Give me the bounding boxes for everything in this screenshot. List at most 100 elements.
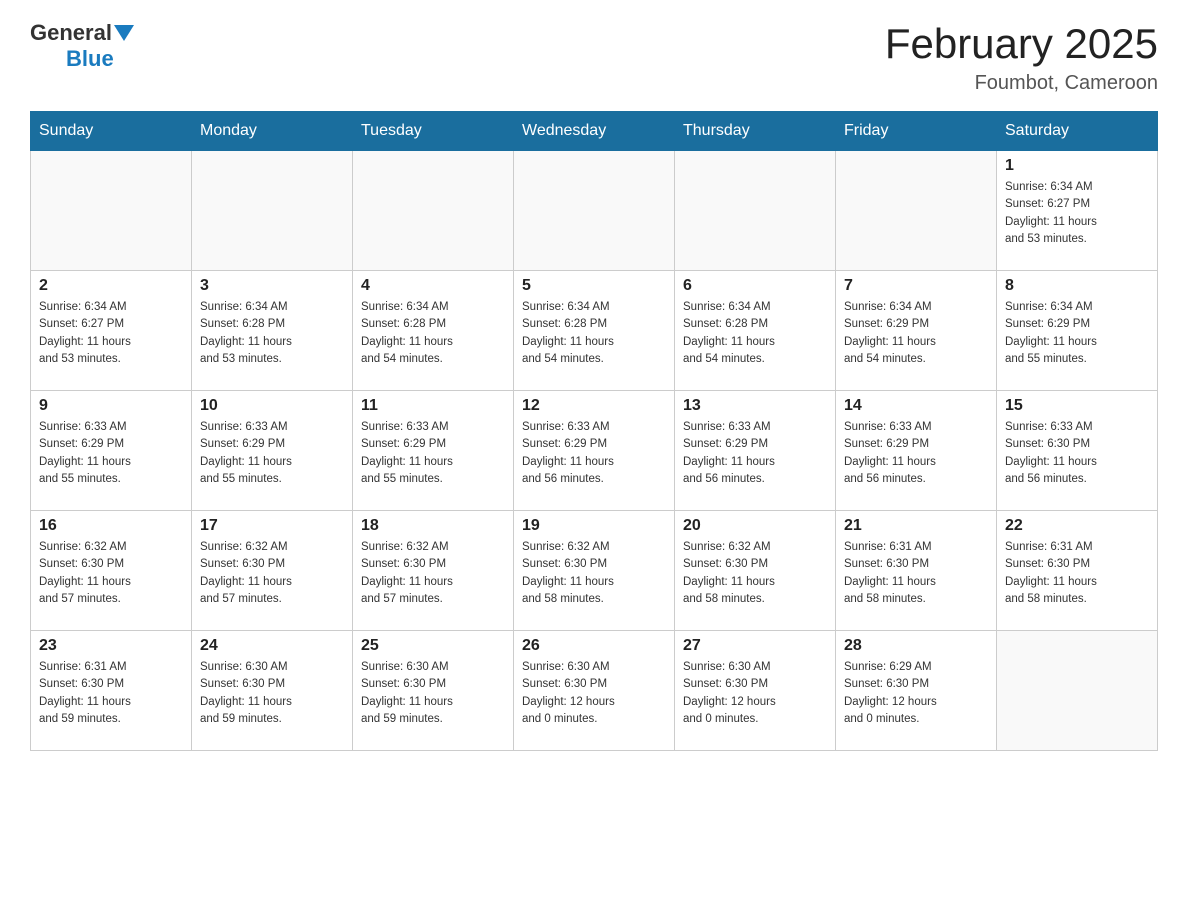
day-info: Sunrise: 6:34 AMSunset: 6:29 PMDaylight:… xyxy=(1005,299,1149,368)
day-number: 5 xyxy=(522,277,666,295)
day-number: 24 xyxy=(200,637,344,655)
day-cell: 16 Sunrise: 6:32 AMSunset: 6:30 PMDayligh… xyxy=(31,511,192,631)
day-cell: 9 Sunrise: 6:33 AMSunset: 6:29 PMDaylight… xyxy=(31,391,192,511)
header-day-monday: Monday xyxy=(192,112,353,151)
day-info: Sunrise: 6:30 AMSunset: 6:30 PMDaylight:… xyxy=(683,659,827,728)
day-number: 8 xyxy=(1005,277,1149,295)
day-number: 6 xyxy=(683,277,827,295)
day-number: 7 xyxy=(844,277,988,295)
day-cell: 26 Sunrise: 6:30 AMSunset: 6:30 PMDayligh… xyxy=(514,631,675,751)
header-day-friday: Friday xyxy=(836,112,997,151)
day-number: 14 xyxy=(844,397,988,415)
day-cell: 28 Sunrise: 6:29 AMSunset: 6:30 PMDayligh… xyxy=(836,631,997,751)
day-number: 12 xyxy=(522,397,666,415)
logo-blue-text: Blue xyxy=(66,46,114,72)
day-number: 2 xyxy=(39,277,183,295)
month-title: February 2025 xyxy=(885,20,1158,68)
day-cell: 20 Sunrise: 6:32 AMSunset: 6:30 PMDayligh… xyxy=(675,511,836,631)
header-day-wednesday: Wednesday xyxy=(514,112,675,151)
day-cell: 19Sunrise: 6:32 AMSunset: 6:30 PMDayligh… xyxy=(514,511,675,631)
day-cell: 24 Sunrise: 6:30 AMSunset: 6:30 PMDayligh… xyxy=(192,631,353,751)
day-info: Sunrise: 6:33 AMSunset: 6:29 PMDaylight:… xyxy=(361,419,505,488)
day-cell xyxy=(31,151,192,271)
day-cell: 27Sunrise: 6:30 AMSunset: 6:30 PMDayligh… xyxy=(675,631,836,751)
day-cell: 2Sunrise: 6:34 AMSunset: 6:27 PMDaylight… xyxy=(31,271,192,391)
day-cell: 6 Sunrise: 6:34 AMSunset: 6:28 PMDaylight… xyxy=(675,271,836,391)
day-number: 4 xyxy=(361,277,505,295)
day-info: Sunrise: 6:31 AMSunset: 6:30 PMDaylight:… xyxy=(1005,539,1149,608)
day-number: 26 xyxy=(522,637,666,655)
day-number: 20 xyxy=(683,517,827,535)
day-info: Sunrise: 6:34 AMSunset: 6:29 PMDaylight:… xyxy=(844,299,988,368)
day-number: 9 xyxy=(39,397,183,415)
day-number: 25 xyxy=(361,637,505,655)
header-day-sunday: Sunday xyxy=(31,112,192,151)
day-info: Sunrise: 6:32 AMSunset: 6:30 PMDaylight:… xyxy=(39,539,183,608)
day-info: Sunrise: 6:32 AMSunset: 6:30 PMDaylight:… xyxy=(683,539,827,608)
day-cell: 7 Sunrise: 6:34 AMSunset: 6:29 PMDaylight… xyxy=(836,271,997,391)
day-cell: 25 Sunrise: 6:30 AMSunset: 6:30 PMDayligh… xyxy=(353,631,514,751)
day-cell: 21 Sunrise: 6:31 AMSunset: 6:30 PMDayligh… xyxy=(836,511,997,631)
day-info: Sunrise: 6:34 AMSunset: 6:28 PMDaylight:… xyxy=(522,299,666,368)
day-info: Sunrise: 6:29 AMSunset: 6:30 PMDaylight:… xyxy=(844,659,988,728)
day-number: 16 xyxy=(39,517,183,535)
day-cell: 11Sunrise: 6:33 AMSunset: 6:29 PMDayligh… xyxy=(353,391,514,511)
day-cell: 4 Sunrise: 6:34 AMSunset: 6:28 PMDaylight… xyxy=(353,271,514,391)
header-day-thursday: Thursday xyxy=(675,112,836,151)
logo-triangle-icon xyxy=(114,21,136,43)
day-cell: 13Sunrise: 6:33 AMSunset: 6:29 PMDayligh… xyxy=(675,391,836,511)
logo-general-text: General xyxy=(30,20,112,46)
day-info: Sunrise: 6:33 AMSunset: 6:29 PMDaylight:… xyxy=(200,419,344,488)
day-info: Sunrise: 6:33 AMSunset: 6:29 PMDaylight:… xyxy=(683,419,827,488)
day-info: Sunrise: 6:31 AMSunset: 6:30 PMDaylight:… xyxy=(844,539,988,608)
title-block: February 2025 Foumbot, Cameroon xyxy=(885,20,1158,95)
day-info: Sunrise: 6:34 AMSunset: 6:27 PMDaylight:… xyxy=(1005,179,1149,248)
day-info: Sunrise: 6:30 AMSunset: 6:30 PMDaylight:… xyxy=(361,659,505,728)
page-header: General Blue February 2025 Foumbot, Came… xyxy=(30,20,1158,95)
day-cell xyxy=(836,151,997,271)
day-cell: 5 Sunrise: 6:34 AMSunset: 6:28 PMDaylight… xyxy=(514,271,675,391)
header-row: SundayMondayTuesdayWednesdayThursdayFrid… xyxy=(31,112,1158,151)
day-info: Sunrise: 6:31 AMSunset: 6:30 PMDaylight:… xyxy=(39,659,183,728)
day-info: Sunrise: 6:30 AMSunset: 6:30 PMDaylight:… xyxy=(522,659,666,728)
day-cell: 10 Sunrise: 6:33 AMSunset: 6:29 PMDayligh… xyxy=(192,391,353,511)
header-day-tuesday: Tuesday xyxy=(353,112,514,151)
location-title: Foumbot, Cameroon xyxy=(885,72,1158,95)
week-row-2: 9 Sunrise: 6:33 AMSunset: 6:29 PMDaylight… xyxy=(31,391,1158,511)
day-cell xyxy=(514,151,675,271)
day-number: 15 xyxy=(1005,397,1149,415)
calendar-table: SundayMondayTuesdayWednesdayThursdayFrid… xyxy=(30,111,1158,751)
day-info: Sunrise: 6:33 AMSunset: 6:29 PMDaylight:… xyxy=(39,419,183,488)
day-number: 22 xyxy=(1005,517,1149,535)
calendar-header: SundayMondayTuesdayWednesdayThursdayFrid… xyxy=(31,112,1158,151)
day-cell: 17Sunrise: 6:32 AMSunset: 6:30 PMDayligh… xyxy=(192,511,353,631)
day-info: Sunrise: 6:32 AMSunset: 6:30 PMDaylight:… xyxy=(361,539,505,608)
day-cell xyxy=(675,151,836,271)
day-info: Sunrise: 6:33 AMSunset: 6:29 PMDaylight:… xyxy=(844,419,988,488)
day-info: Sunrise: 6:34 AMSunset: 6:28 PMDaylight:… xyxy=(361,299,505,368)
day-info: Sunrise: 6:34 AMSunset: 6:28 PMDaylight:… xyxy=(683,299,827,368)
week-row-3: 16 Sunrise: 6:32 AMSunset: 6:30 PMDayligh… xyxy=(31,511,1158,631)
week-row-4: 23Sunrise: 6:31 AMSunset: 6:30 PMDayligh… xyxy=(31,631,1158,751)
logo: General Blue xyxy=(30,20,136,72)
day-cell: 12 Sunrise: 6:33 AMSunset: 6:29 PMDayligh… xyxy=(514,391,675,511)
day-cell: 22 Sunrise: 6:31 AMSunset: 6:30 PMDayligh… xyxy=(997,511,1158,631)
day-number: 21 xyxy=(844,517,988,535)
day-cell xyxy=(192,151,353,271)
week-row-0: 1 Sunrise: 6:34 AMSunset: 6:27 PMDaylight… xyxy=(31,151,1158,271)
day-cell xyxy=(353,151,514,271)
day-number: 1 xyxy=(1005,157,1149,175)
day-number: 28 xyxy=(844,637,988,655)
day-cell: 14 Sunrise: 6:33 AMSunset: 6:29 PMDayligh… xyxy=(836,391,997,511)
day-cell: 3Sunrise: 6:34 AMSunset: 6:28 PMDaylight… xyxy=(192,271,353,391)
day-info: Sunrise: 6:33 AMSunset: 6:30 PMDaylight:… xyxy=(1005,419,1149,488)
day-cell: 18Sunrise: 6:32 AMSunset: 6:30 PMDayligh… xyxy=(353,511,514,631)
day-cell xyxy=(997,631,1158,751)
day-info: Sunrise: 6:33 AMSunset: 6:29 PMDaylight:… xyxy=(522,419,666,488)
day-info: Sunrise: 6:30 AMSunset: 6:30 PMDaylight:… xyxy=(200,659,344,728)
day-number: 10 xyxy=(200,397,344,415)
day-number: 3 xyxy=(200,277,344,295)
day-info: Sunrise: 6:32 AMSunset: 6:30 PMDaylight:… xyxy=(200,539,344,608)
day-cell: 1 Sunrise: 6:34 AMSunset: 6:27 PMDaylight… xyxy=(997,151,1158,271)
header-day-saturday: Saturday xyxy=(997,112,1158,151)
